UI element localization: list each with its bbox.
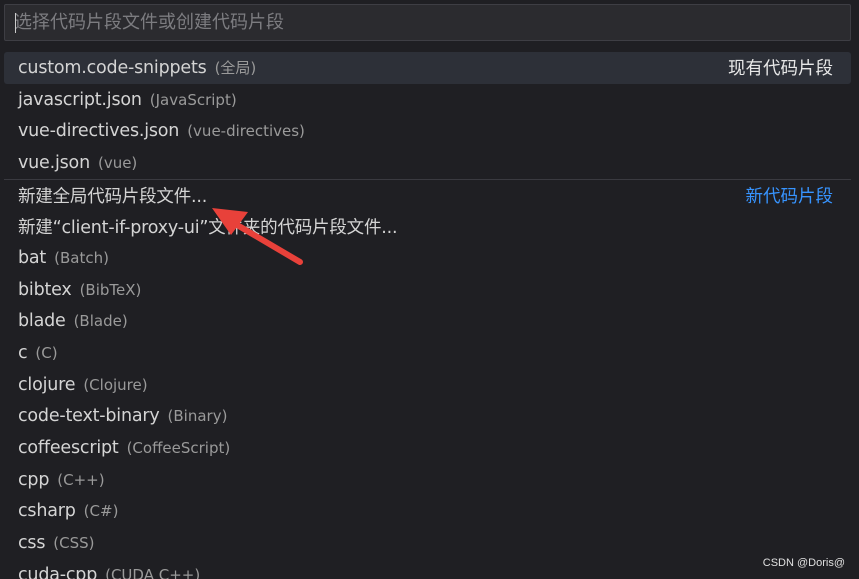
list-item-description: (vue-directives) (187, 122, 305, 141)
list-item-description: (Binary) (167, 407, 228, 426)
list-item-description: (Clojure) (83, 375, 148, 394)
group-label-new: 新代码片段 (745, 186, 834, 207)
list-item-language-blade[interactable]: blade (Blade) (4, 306, 851, 338)
list-item-description: (CoffeeScript) (126, 439, 231, 458)
list-item-description: (Blade) (73, 312, 128, 331)
list-item-label: coffeescript (18, 438, 119, 459)
list-item-existing-3[interactable]: vue.json (vue) (4, 147, 851, 179)
list-item-label: css (18, 533, 46, 554)
list-item-language-csharp[interactable]: csharp (C#) (4, 496, 851, 528)
text-caret (15, 13, 16, 33)
list-item-label: custom.code-snippets (18, 57, 207, 78)
list-item-label: code-text-binary (18, 406, 160, 427)
list-item-description: (C#) (83, 502, 119, 521)
list-item-description: (BibTeX) (79, 280, 142, 299)
list-item-label: csharp (18, 501, 76, 522)
list-item-language-cuda-cpp[interactable]: cuda-cpp (CUDA C++) (4, 559, 851, 579)
list-item-existing-2[interactable]: vue-directives.json (vue-directives) (4, 115, 851, 147)
list-item-language-clojure[interactable]: clojure (Clojure) (4, 369, 851, 401)
list-item-language-bat[interactable]: bat (Batch) (4, 242, 851, 274)
list-item-label: vue-directives.json (18, 121, 180, 142)
list-item-existing-1[interactable]: javascript.json (JavaScript) (4, 84, 851, 116)
list-item-language-cpp[interactable]: cpp (C++) (4, 464, 851, 496)
list-item-new-folder[interactable]: 新建“client-if-proxy-ui”文件夹的代码片段文件... (4, 210, 851, 242)
list-item-description: (CSS) (53, 534, 95, 553)
list-item-label: vue.json (18, 152, 90, 173)
search-input[interactable] (5, 5, 850, 40)
list-item-description: (C++) (57, 470, 105, 489)
list-item-new-global[interactable]: 新建全局代码片段文件... 新代码片段 (4, 178, 851, 211)
list-item-language-css[interactable]: css (CSS) (4, 527, 851, 559)
list-item-language-c[interactable]: c (C) (4, 337, 851, 369)
list-item-description: (CUDA C++) (105, 565, 201, 579)
list-item-label: bat (18, 247, 47, 268)
list-item-description: (Batch) (54, 248, 109, 267)
list-item-label: cpp (18, 469, 50, 490)
group-label-existing: 现有代码片段 (728, 59, 833, 80)
list-item-label: c (18, 343, 28, 364)
list-item-description: (JavaScript) (149, 90, 237, 109)
list-item-language-bibtex[interactable]: bibtex (BibTeX) (4, 274, 851, 306)
list-item-label: javascript.json (18, 89, 142, 110)
list-item-description: (C) (35, 344, 58, 363)
list-item-label: cuda-cpp (18, 564, 98, 579)
list-item-label: 新建“client-if-proxy-ui”文件夹的代码片段文件... (18, 217, 398, 238)
list-item-label: bibtex (18, 279, 72, 300)
list-item-description: (全局) (214, 59, 257, 78)
list-item-language-coffeescript[interactable]: coffeescript (CoffeeScript) (4, 432, 851, 464)
watermark: CSDN @Doris@ (762, 557, 845, 569)
list-item-label: blade (18, 311, 66, 332)
quick-pick-panel: custom.code-snippets (全局) 现有代码片段 javascr… (0, 0, 859, 579)
search-box[interactable] (4, 4, 851, 41)
list-item-label: 新建全局代码片段文件... (18, 186, 208, 207)
list-item-description: (vue) (97, 153, 138, 172)
list-item-label: clojure (18, 374, 76, 395)
list-item-existing-0[interactable]: custom.code-snippets (全局) 现有代码片段 (4, 52, 851, 84)
snippet-list: custom.code-snippets (全局) 现有代码片段 javascr… (4, 52, 851, 579)
list-item-language-code-text-binary[interactable]: code-text-binary (Binary) (4, 401, 851, 433)
